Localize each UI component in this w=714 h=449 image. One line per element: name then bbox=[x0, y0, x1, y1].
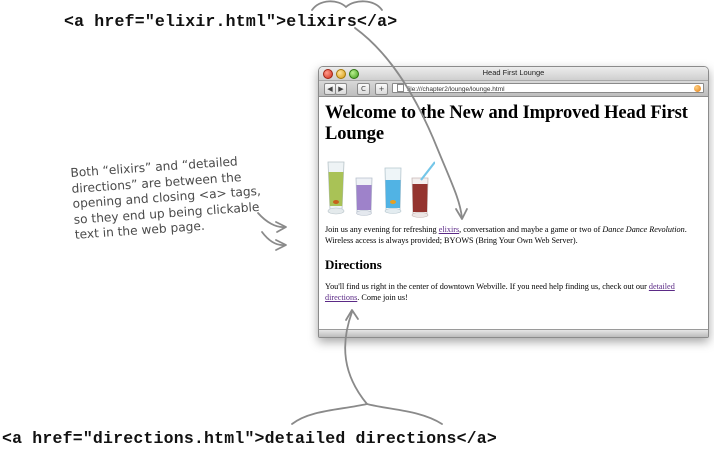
window-title: Head First Lounge bbox=[482, 68, 545, 77]
blue-drink-glass bbox=[384, 167, 402, 214]
directions-text: You'll find us right in the center of do… bbox=[325, 282, 649, 291]
arrow-to-window-lower-head bbox=[275, 239, 287, 251]
page-heading: Welcome to the New and Improved Head Fir… bbox=[325, 103, 688, 144]
red-drink-glass bbox=[411, 161, 436, 218]
code-snippet-directions: <a href="directions.html">detailed direc… bbox=[2, 429, 497, 448]
address-bar[interactable]: file:///chapter2/lounge/lounge.html bbox=[392, 83, 704, 93]
green-drink-glass bbox=[327, 161, 345, 215]
purple-drink-glass bbox=[355, 177, 373, 216]
intro-text: Join us any evening for refreshing bbox=[325, 225, 439, 234]
add-bookmark-button[interactable]: + bbox=[375, 83, 388, 95]
reload-icon: C bbox=[361, 85, 366, 93]
reload-button[interactable]: C bbox=[357, 83, 370, 95]
intro-paragraph: Join us any evening for refreshing elixi… bbox=[325, 225, 695, 246]
handwritten-annotation: Both “elixirs” and “detailed directions”… bbox=[70, 152, 275, 244]
brace-bottom bbox=[291, 403, 443, 425]
directions-text: . Come join us! bbox=[357, 292, 408, 302]
arrow-to-window-lower bbox=[261, 231, 286, 246]
intro-text: , conversation and maybe a game or two o… bbox=[459, 225, 603, 234]
game-title: Dance Dance Revolution bbox=[602, 225, 685, 234]
window-bottom-bar bbox=[319, 329, 708, 337]
brace-top bbox=[311, 0, 383, 11]
forward-button[interactable]: ▶ bbox=[335, 83, 347, 95]
drinks-image bbox=[325, 160, 695, 220]
drinks-illustration bbox=[327, 161, 436, 218]
page-content: Welcome to the New and Improved Head Fir… bbox=[325, 103, 695, 303]
arrow-to-window-upper-head bbox=[275, 221, 287, 233]
forward-arrow-icon: ▶ bbox=[338, 85, 344, 93]
browser-toolbar: ◀ ▶ C + file:///chapter2/lounge/lounge.h… bbox=[319, 81, 708, 97]
code-snippet-elixirs: <a href="elixir.html">elixirs</a> bbox=[64, 12, 398, 31]
back-arrow-icon: ◀ bbox=[327, 85, 333, 93]
title-bar: Head First Lounge bbox=[319, 67, 708, 81]
browser-window: Head First Lounge ◀ ▶ C + file:///chapte… bbox=[318, 66, 709, 338]
address-text: file:///chapter2/lounge/lounge.html bbox=[407, 86, 505, 93]
elixirs-link[interactable]: elixirs bbox=[439, 225, 459, 234]
page-icon bbox=[397, 84, 404, 92]
add-bookmark-icon: + bbox=[378, 85, 385, 93]
directions-heading: Directions bbox=[325, 257, 382, 272]
directions-paragraph: You'll find us right in the center of do… bbox=[325, 282, 695, 303]
rss-icon[interactable] bbox=[694, 85, 701, 92]
